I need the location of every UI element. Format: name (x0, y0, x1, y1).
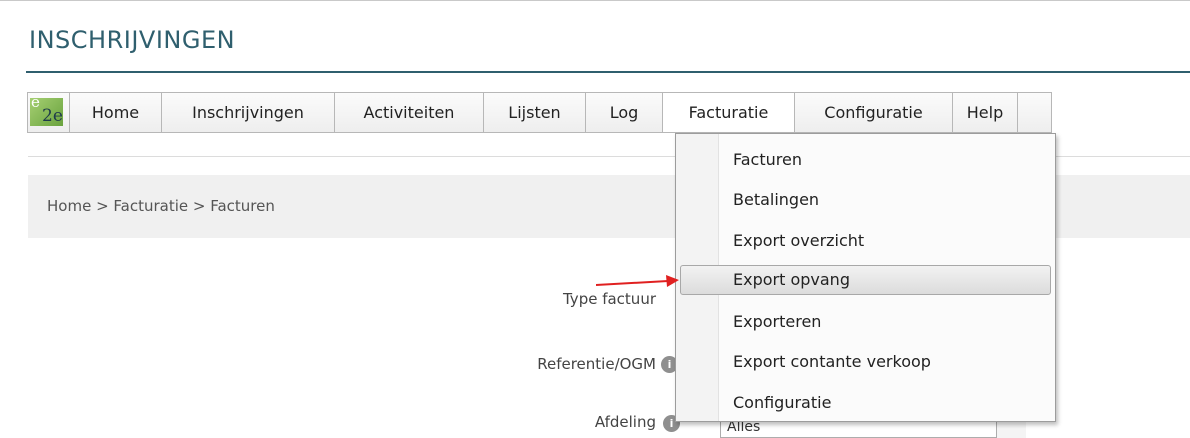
logo-text-bottom: 2e (42, 106, 63, 126)
logo-text-top: e (31, 93, 40, 111)
app-logo[interactable]: e 2e (28, 93, 70, 132)
main-menu-bar: e 2e Home Inschrijvingen Activiteiten Li… (27, 92, 1052, 133)
dropdown-item-facturen[interactable]: Facturen (680, 145, 1051, 175)
afdeling-label: Afdeling (594, 413, 656, 431)
menu-item-activiteiten[interactable]: Activiteiten (335, 93, 484, 132)
facturatie-dropdown-menu: Facturen Betalingen Export overzicht Exp… (675, 133, 1056, 422)
menu-item-facturatie[interactable]: Facturatie (663, 93, 795, 132)
breadcrumb-text: Home > Facturatie > Facturen (47, 197, 275, 215)
dropdown-item-export-contante-verkoop[interactable]: Export contante verkoop (680, 347, 1051, 377)
menu-item-inschrijvingen[interactable]: Inschrijvingen (162, 93, 335, 132)
dropdown-item-export-overzicht[interactable]: Export overzicht (680, 226, 1051, 256)
dropdown-item-exporteren[interactable]: Exporteren (680, 307, 1051, 337)
menu-bar-filler (1018, 93, 1051, 132)
menu-item-configuratie[interactable]: Configuratie (795, 93, 953, 132)
title-divider (26, 71, 1190, 73)
type-factuur-label: Type factuur (562, 290, 656, 308)
menu-item-home[interactable]: Home (70, 93, 162, 132)
menu-item-lijsten[interactable]: Lijsten (484, 93, 586, 132)
menu-item-log[interactable]: Log (586, 93, 663, 132)
menu-item-help[interactable]: Help (953, 93, 1018, 132)
dropdown-item-configuratie[interactable]: Configuratie (680, 388, 1051, 418)
referentie-ogm-label: Referentie/OGM (537, 355, 656, 373)
dropdown-item-export-opvang[interactable]: Export opvang (680, 265, 1051, 295)
annotation-arrow-icon (596, 275, 679, 287)
page-title: INSCHRIJVINGEN (29, 26, 236, 54)
dropdown-item-betalingen[interactable]: Betalingen (680, 185, 1051, 215)
window-top-border (0, 0, 1190, 1)
